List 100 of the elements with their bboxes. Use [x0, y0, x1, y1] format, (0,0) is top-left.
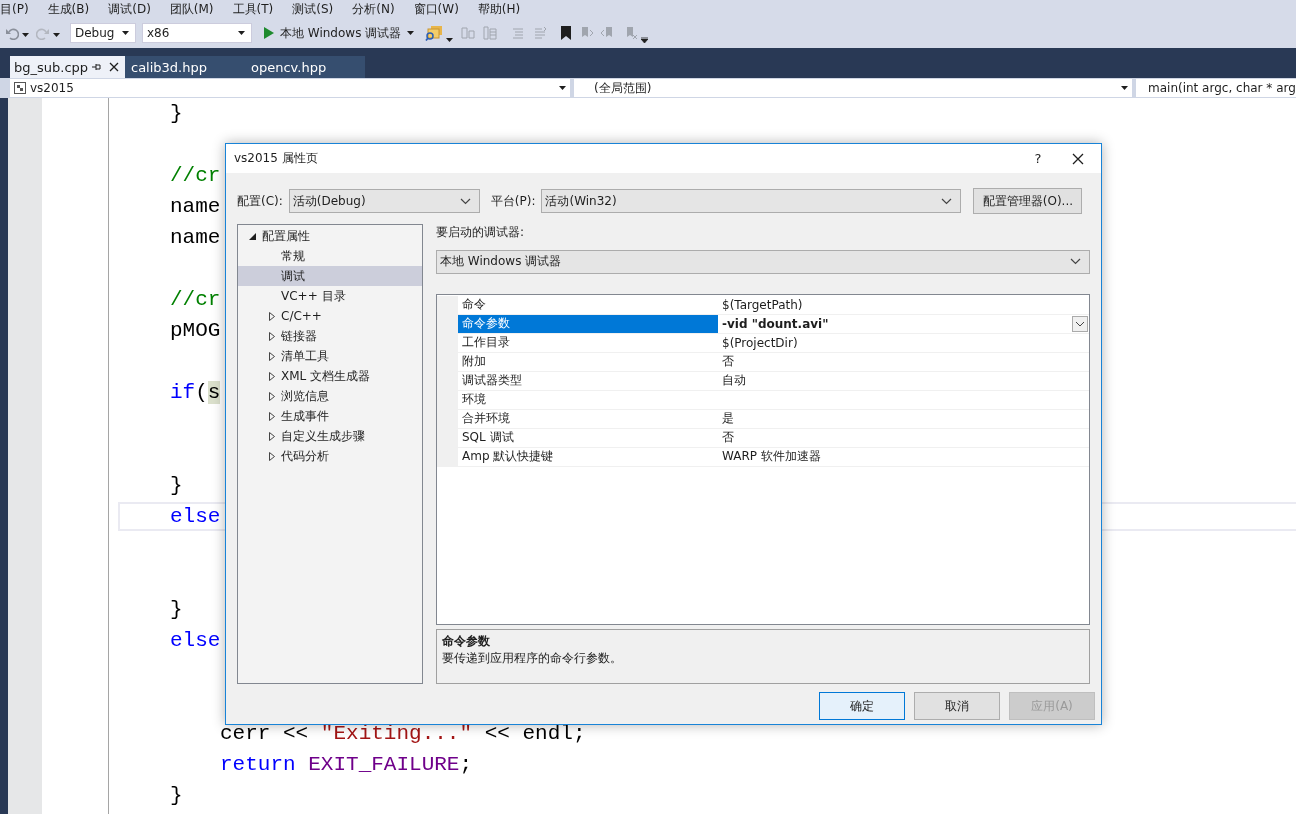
tree-item[interactable]: VC++ 目录 — [238, 286, 422, 306]
platform-dropdown[interactable]: 活动(Win32) — [541, 189, 962, 213]
property-name[interactable]: 工作目录 — [458, 333, 718, 353]
tree-item[interactable]: C/C++ — [238, 306, 422, 326]
property-name[interactable]: 附加 — [458, 352, 718, 372]
project-icon — [14, 82, 26, 94]
property-value-field[interactable]: 否 — [718, 352, 1089, 372]
property-value-field[interactable]: 否 — [718, 428, 1089, 448]
property-name[interactable]: 环境 — [458, 390, 718, 410]
tree-item[interactable]: 自定义生成步骤 — [238, 426, 422, 446]
expanded-arrow-icon[interactable] — [249, 232, 256, 240]
configuration-dropdown[interactable]: Debug — [70, 23, 136, 43]
bookmark-icon[interactable] — [560, 25, 573, 41]
tree-item[interactable]: 生成事件 — [238, 406, 422, 426]
tree-item[interactable]: 浏览信息 — [238, 386, 422, 406]
caret-icon — [559, 86, 566, 90]
collapsed-arrow-icon[interactable] — [269, 411, 275, 421]
code-line: name — [170, 226, 221, 249]
menu-item[interactable]: 调试(D) — [108, 1, 158, 17]
dialog-button[interactable]: 确定 — [819, 692, 905, 720]
document-tab[interactable]: opencv.hpp — [245, 56, 365, 78]
help-button[interactable]: ? — [1028, 151, 1048, 166]
code-line: } — [170, 474, 183, 497]
chevron-icon — [941, 197, 953, 205]
property-value-field[interactable]: 是 — [718, 409, 1089, 429]
code-line: } — [170, 598, 183, 621]
menu-item[interactable]: 测试(S) — [292, 1, 341, 17]
tree-item[interactable]: XML 文档生成器 — [238, 366, 422, 386]
collapsed-arrow-icon[interactable] — [269, 451, 275, 461]
property-value-field[interactable]: -vid "dount.avi" — [718, 314, 1089, 334]
project-dropdown[interactable]: vs2015 — [10, 79, 570, 97]
property-name[interactable]: Amp 默认快捷键 — [458, 447, 718, 467]
member-dropdown[interactable]: main(int argc, char * arg — [1136, 79, 1296, 97]
menu-item[interactable]: 目(P) — [0, 1, 36, 17]
property-name[interactable]: 合并环境 — [458, 409, 718, 429]
play-icon — [264, 27, 274, 39]
code-line: //cr — [170, 164, 221, 187]
caret-icon — [1121, 86, 1128, 90]
code-line: else — [170, 629, 221, 652]
close-icon[interactable] — [109, 62, 119, 72]
menu-item[interactable]: 分析(N) — [352, 1, 402, 17]
find-in-files-icon[interactable] — [425, 25, 444, 41]
caret-icon — [238, 31, 245, 35]
dialog-title: vs2015 属性页 — [234, 150, 319, 167]
code-line: return EXIT_FAILURE; — [220, 753, 473, 776]
code-line: pMOG — [170, 319, 221, 342]
tree-item[interactable]: 常规 — [238, 246, 422, 266]
document-tab[interactable]: calib3d.hpp — [125, 56, 245, 78]
caret-icon[interactable] — [22, 33, 29, 37]
overflow-icon[interactable] — [641, 37, 649, 43]
code-line: //cr — [170, 288, 221, 311]
tree-item[interactable]: 配置属性 — [238, 226, 422, 246]
collapsed-arrow-icon[interactable] — [269, 351, 275, 361]
menu-item[interactable]: 帮助(H) — [477, 1, 528, 17]
collapsed-arrow-icon[interactable] — [269, 391, 275, 401]
property-value-field[interactable]: 自动 — [718, 371, 1089, 391]
collapsed-arrow-icon[interactable] — [269, 331, 275, 341]
tree-item[interactable]: 调试 — [238, 266, 422, 286]
pin-icon[interactable] — [91, 62, 101, 72]
description-title: 命令参数 — [442, 633, 491, 650]
code-line: name — [170, 195, 221, 218]
start-debugging-button[interactable]: 本地 Windows 调试器 — [262, 24, 417, 42]
dropdown-button-icon[interactable] — [1072, 315, 1088, 332]
caret-icon — [407, 31, 415, 35]
property-name[interactable]: 调试器类型 — [458, 371, 718, 391]
chevron-icon — [459, 197, 471, 205]
collapsed-arrow-icon[interactable] — [269, 431, 275, 441]
description-text: 要传递到应用程序的命令行参数。 — [442, 650, 623, 668]
collapsed-arrow-icon[interactable] — [269, 311, 275, 321]
scope-dropdown[interactable]: (全局范围) — [574, 79, 1132, 97]
code-line: } — [170, 784, 183, 807]
property-name[interactable]: SQL 调试 — [458, 428, 718, 448]
platform-dropdown[interactable]: x86 — [142, 23, 252, 43]
property-value-field[interactable]: $(ProjectDir) — [718, 333, 1089, 353]
collapsed-arrow-icon[interactable] — [269, 371, 275, 381]
debugger-dropdown[interactable]: 本地 Windows 调试器 — [436, 250, 1090, 274]
debugger-label: 要启动的调试器: — [436, 224, 526, 240]
tree-item[interactable]: 代码分析 — [238, 446, 422, 466]
close-icon[interactable] — [1072, 152, 1084, 165]
property-value-field[interactable]: $(TargetPath) — [718, 295, 1089, 315]
code-line: else — [170, 505, 221, 528]
caret-icon — [122, 31, 129, 35]
property-value-field[interactable]: WARP 软件加速器 — [718, 447, 1089, 467]
configuration-dropdown[interactable]: 活动(Debug) — [288, 189, 480, 213]
menu-item[interactable]: 生成(B) — [47, 1, 97, 17]
tree-item[interactable]: 清单工具 — [238, 346, 422, 366]
code-line: } — [170, 102, 183, 125]
code-line: cerr << "Exiting..." << endl; — [220, 722, 586, 745]
menu-item[interactable]: 团队(M) — [169, 1, 221, 17]
configuration-manager-button[interactable]: 配置管理器(O)... — [973, 188, 1083, 214]
menu-item[interactable]: 工具(T) — [232, 1, 281, 17]
document-tab[interactable]: bg_sub.cpp — [10, 56, 125, 78]
platform-label: 平台(P): — [490, 192, 536, 210]
property-name[interactable]: 命令 — [458, 295, 718, 315]
dialog-button[interactable]: 取消 — [914, 692, 1000, 720]
caret-icon[interactable] — [446, 38, 454, 42]
menu-item[interactable]: 窗口(W) — [413, 1, 466, 17]
caret-icon[interactable] — [53, 33, 60, 37]
chevron-icon — [1070, 258, 1081, 266]
tree-item[interactable]: 链接器 — [238, 326, 422, 346]
